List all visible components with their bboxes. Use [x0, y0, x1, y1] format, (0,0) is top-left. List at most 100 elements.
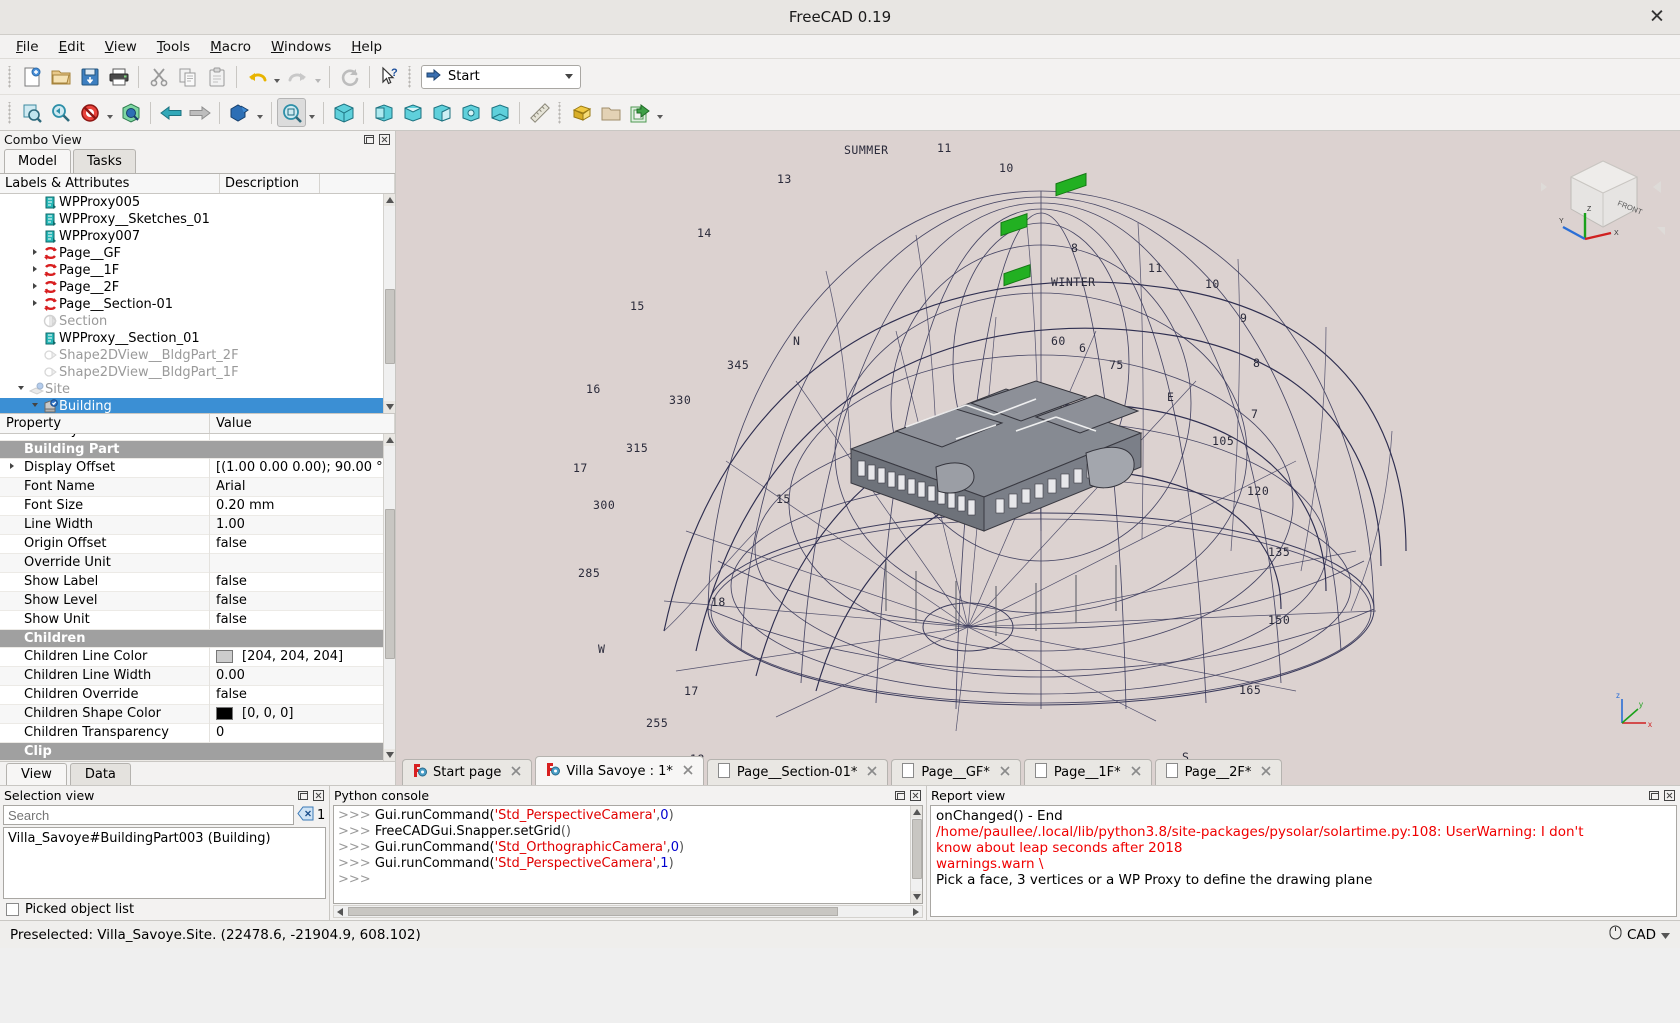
property-row-children-shape-color[interactable]: Children Shape Color [0, 0, 0] [0, 704, 395, 724]
close-icon[interactable] [1663, 789, 1676, 802]
scroll-up-icon[interactable] [384, 193, 395, 206]
window-close-button[interactable]: ✕ [1646, 7, 1668, 27]
chevron-right-icon[interactable] [28, 282, 42, 292]
tree-item-page-2f[interactable]: Page__2F [0, 279, 395, 296]
previous-view-icon[interactable] [156, 98, 185, 127]
top-view-icon[interactable] [398, 98, 427, 127]
menu-item-tools[interactable]: Tools [147, 37, 200, 57]
property-value[interactable]: Arial [210, 479, 395, 494]
toolbar-grip[interactable] [407, 65, 414, 88]
tab-data[interactable]: Data [69, 763, 131, 785]
tree-col-description[interactable]: Description [220, 173, 320, 193]
search-input[interactable] [3, 805, 294, 825]
property-value[interactable]: [(1.00 0.00 0.00); 90.00 °;... [210, 460, 395, 475]
tree-item-shape2dview-bldgpart-2f[interactable]: Shape2DView__BldgPart_2F [0, 347, 395, 364]
workbench-selector[interactable]: Start [421, 64, 581, 89]
property-row-children-transparency[interactable]: Children Transparency 0 [0, 723, 395, 743]
property-row-children-line-color[interactable]: Children Line Color [204, 204, 204] [0, 647, 395, 667]
tree-item-wpproxy-section-01[interactable]: WPProxy__Section_01 [0, 330, 395, 347]
property-value[interactable]: [0, 0, 0] [210, 706, 395, 721]
property-value[interactable]: false [210, 687, 395, 702]
tree-item-wpproxy-sketches-01[interactable]: WPProxy__Sketches_01 [0, 211, 395, 228]
console-scrollbar[interactable] [910, 806, 922, 903]
property-row-font-name[interactable]: Font Name Arial [0, 477, 395, 497]
float-icon[interactable] [363, 133, 376, 146]
toolbar-grip[interactable] [7, 65, 14, 88]
scroll-up-icon[interactable] [911, 806, 922, 818]
front-view-icon[interactable] [369, 98, 398, 127]
property-value[interactable]: false [210, 612, 395, 627]
property-row-children-override[interactable]: Children Override false [0, 685, 395, 705]
tree-col-labels[interactable]: Labels & Attributes [0, 173, 220, 193]
save-icon[interactable] [75, 62, 104, 91]
color-swatch[interactable] [216, 650, 233, 664]
property-value[interactable]: 0.00 [210, 668, 395, 683]
property-value[interactable]: [204, 204, 204] [210, 649, 395, 664]
picked-object-list-row[interactable]: Picked object list [0, 899, 329, 920]
property-row-children-line-width[interactable]: Children Line Width 0.00 [0, 666, 395, 686]
document-tab-villa-savoye-1-[interactable]: Villa Savoye : 1* [535, 756, 704, 785]
menu-item-macro[interactable]: Macro [200, 37, 261, 57]
report-view-output[interactable]: onChanged() - End/home/paullee/.local/li… [930, 805, 1677, 917]
close-icon[interactable] [909, 789, 922, 802]
bottom-view-icon[interactable] [485, 98, 514, 127]
tree-item-page-1f[interactable]: Page__1F [0, 262, 395, 279]
close-icon[interactable] [312, 789, 325, 802]
property-scrollbar[interactable] [383, 433, 395, 761]
whats-this-icon[interactable]: ? [375, 62, 404, 91]
document-tab-page-2f-[interactable]: Page__2F* [1154, 759, 1283, 785]
property-value[interactable]: false [210, 536, 395, 551]
toolbar-grip[interactable] [557, 101, 564, 124]
zoom-box-icon[interactable] [277, 98, 306, 127]
property-row-line-width[interactable]: Line Width 1.00 [0, 515, 395, 535]
document-tab-page-section-01-[interactable]: Page__Section-01* [706, 759, 889, 785]
menu-item-view[interactable]: View [95, 37, 147, 57]
tree-item-section[interactable]: Section [0, 313, 395, 330]
property-row-origin-offset[interactable]: Origin Offset false [0, 534, 395, 554]
model-tree[interactable]: WPProxy005 WPProxy__Sketches_01 WPProxy007… [0, 193, 395, 414]
open-folder-icon[interactable] [46, 62, 75, 91]
close-icon[interactable] [682, 764, 694, 779]
new-document-icon[interactable] [17, 62, 46, 91]
chevron-right-icon[interactable] [8, 458, 16, 477]
list-item[interactable]: Villa_Savoye#BuildingPart003 (Building) [8, 831, 321, 846]
chevron-right-icon[interactable] [28, 265, 42, 275]
property-row-font-size[interactable]: Font Size 0.20 mm [0, 496, 395, 516]
fit-all-icon[interactable] [17, 98, 46, 127]
document-tab-page-1f-[interactable]: Page__1F* [1023, 759, 1152, 785]
cut-icon[interactable] [144, 62, 173, 91]
redo-icon[interactable] [283, 62, 312, 91]
property-col-name[interactable]: Property [0, 413, 210, 433]
paste-icon[interactable] [202, 62, 231, 91]
tree-scrollbar[interactable] [383, 193, 395, 413]
picked-object-list-checkbox[interactable] [6, 903, 19, 916]
property-value[interactable]: 0 [210, 725, 395, 740]
link-dropdown-icon[interactable] [654, 98, 666, 127]
property-row-display-offset[interactable]: Display Offset [(1.00 0.00 0.00); 90.00 °… [0, 458, 395, 478]
redo-dropdown-icon[interactable] [312, 62, 324, 91]
fit-selection-icon[interactable] [46, 98, 75, 127]
print-icon[interactable] [104, 62, 133, 91]
menu-item-edit[interactable]: Edit [49, 37, 95, 57]
property-value[interactable]: false [210, 593, 395, 608]
std-views-dropdown-icon[interactable] [254, 98, 266, 127]
navigation-style-button[interactable]: CAD [1609, 925, 1670, 944]
tree-item-building[interactable]: Building [0, 397, 395, 413]
tree-item-page-gf[interactable]: Page__GF [0, 245, 395, 262]
close-icon[interactable] [378, 133, 391, 146]
tree-item-wpproxy007[interactable]: WPProxy007 [0, 228, 395, 245]
draw-style-dropdown-icon[interactable] [104, 98, 116, 127]
tree-item-site[interactable]: Site [0, 381, 395, 398]
tab-view[interactable]: View [6, 763, 67, 785]
close-icon[interactable] [999, 765, 1011, 780]
color-swatch[interactable] [216, 707, 233, 721]
property-row-override-unit[interactable]: Override Unit [0, 553, 395, 573]
scroll-right-icon[interactable] [910, 906, 922, 917]
zoom-dropdown-icon[interactable] [306, 98, 318, 127]
navigation-cube[interactable]: FRONT Z Y X [1539, 143, 1666, 253]
chevron-right-icon[interactable] [28, 248, 42, 258]
tab-model[interactable]: Model [4, 148, 72, 173]
menu-item-windows[interactable]: Windows [261, 37, 341, 57]
folder-icon[interactable] [596, 98, 625, 127]
property-value[interactable]: 1.00 [210, 517, 395, 532]
